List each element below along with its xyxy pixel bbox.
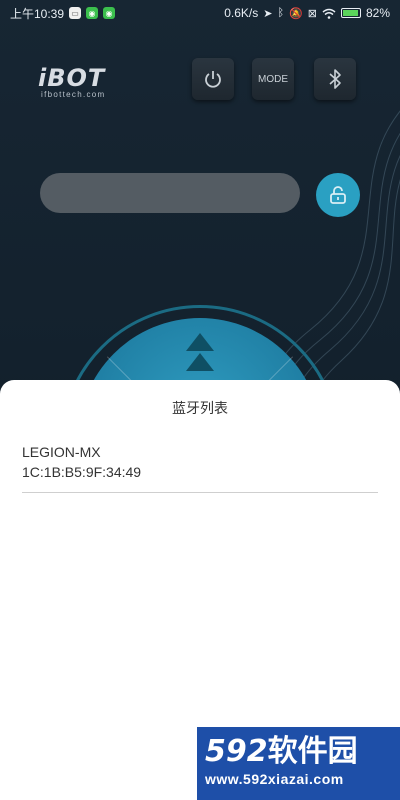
sim-icon: ⊠ bbox=[307, 7, 317, 20]
network-speed: 0.6K/s bbox=[224, 6, 259, 20]
bluetooth-button[interactable] bbox=[314, 58, 356, 100]
forward-arrow-icon[interactable] bbox=[186, 353, 214, 371]
power-icon bbox=[205, 71, 221, 88]
ibot-logo: iBOT ifbottech.com bbox=[38, 66, 128, 106]
wifi-icon bbox=[322, 8, 336, 19]
status-bar-left: 上午10:39 ▭ ◉ ◉ bbox=[10, 5, 116, 22]
device-name: LEGION-MX bbox=[22, 444, 101, 460]
watermark-url: www.592xiazai.com bbox=[205, 771, 344, 787]
battery-icon bbox=[340, 8, 361, 18]
app-screen: 上午10:39 ▭ ◉ ◉ 0.6K/s ➤ ᛒ 🔕 ⊠ 82% iBOT if… bbox=[0, 0, 400, 800]
bluetooth-status-icon: ᛒ bbox=[277, 7, 285, 19]
battery-fill bbox=[342, 10, 358, 16]
status-bar-right: 0.6K/s ➤ ᛒ 🔕 ⊠ 82% bbox=[224, 6, 390, 20]
unlock-icon bbox=[330, 186, 346, 204]
status-input-bar bbox=[40, 173, 300, 213]
device-mac-address: 1C:1B:B5:9F:34:49 bbox=[22, 464, 142, 480]
watermark-number: 592 bbox=[205, 734, 268, 769]
list-divider bbox=[22, 492, 378, 493]
logo-text: iBOT bbox=[38, 64, 106, 92]
location-icon: ➤ bbox=[263, 7, 273, 20]
app-notification-icon: ◉ bbox=[103, 7, 116, 19]
watermark-title: 592软件园 bbox=[205, 735, 392, 769]
battery-percent: 82% bbox=[365, 6, 390, 20]
unlock-button[interactable] bbox=[316, 173, 360, 217]
status-bar: 上午10:39 ▭ ◉ ◉ 0.6K/s ➤ ᛒ 🔕 ⊠ 82% bbox=[0, 0, 400, 26]
logo-subtext: ifbottech.com bbox=[41, 90, 106, 99]
bluetooth-icon bbox=[329, 69, 341, 89]
status-time: 上午10:39 bbox=[10, 6, 65, 21]
mode-button[interactable]: MODE bbox=[252, 58, 294, 100]
sheet-title: 蓝牙列表 bbox=[172, 400, 228, 416]
power-button[interactable] bbox=[192, 58, 234, 100]
wechat-notification-icon: ◉ bbox=[86, 7, 99, 19]
mode-label: MODE bbox=[258, 73, 288, 85]
notification-app-icon: ▭ bbox=[69, 7, 82, 19]
forward-arrow-icon[interactable] bbox=[186, 333, 214, 351]
watermark-text: 软件园 bbox=[267, 734, 358, 769]
mute-icon: 🔕 bbox=[289, 7, 303, 20]
watermark-logo: 592软件园 www.592xiazai.com bbox=[197, 727, 400, 800]
bluetooth-device-item[interactable]: LEGION-MX 1C:1B:B5:9F:34:49 bbox=[22, 442, 378, 494]
